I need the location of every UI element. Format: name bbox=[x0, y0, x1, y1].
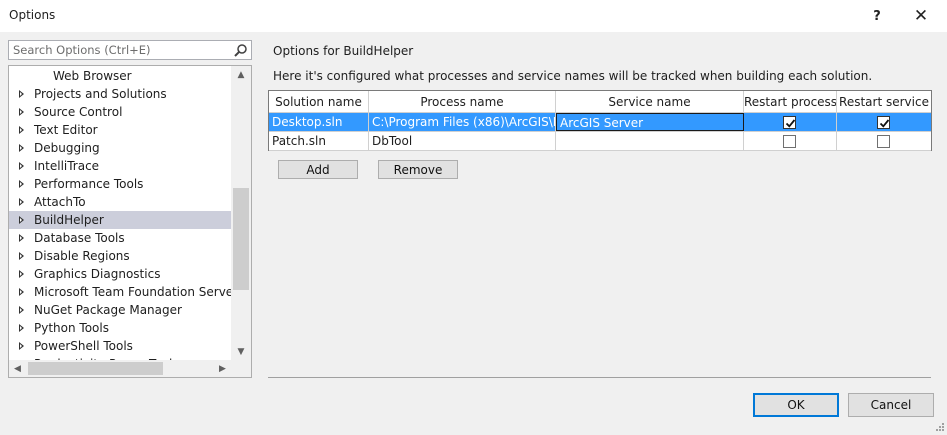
close-button[interactable]: ✕ bbox=[898, 0, 944, 32]
tree-item[interactable]: Source Control bbox=[9, 103, 231, 121]
solutions-grid: Solution name Process name Service name … bbox=[268, 90, 932, 151]
tree-item[interactable]: Projects and Solutions bbox=[9, 85, 231, 103]
column-header-process-name[interactable]: Process name bbox=[369, 91, 556, 112]
tree-item-label: Graphics Diagnostics bbox=[34, 267, 161, 281]
column-header-solution-name[interactable]: Solution name bbox=[269, 91, 369, 112]
add-button[interactable]: Add bbox=[278, 160, 358, 179]
solution-name-cell[interactable]: Patch.sln bbox=[269, 132, 369, 150]
tree-item-label: Disable Regions bbox=[34, 249, 130, 263]
tree-horizontal-scrollbar[interactable]: ◀ ▶ bbox=[9, 360, 231, 377]
tree-item-label: AttachTo bbox=[34, 195, 86, 209]
scroll-right-icon[interactable]: ▶ bbox=[214, 360, 231, 377]
scroll-up-icon[interactable]: ▲ bbox=[231, 66, 251, 83]
expand-arrow-icon[interactable] bbox=[19, 198, 24, 206]
options-tree: Web Browser Projects and Solutions Source … bbox=[8, 65, 252, 378]
expand-arrow-icon[interactable] bbox=[19, 108, 24, 116]
tree-item-label: NuGet Package Manager bbox=[34, 303, 182, 317]
tree-item[interactable]: AttachTo bbox=[9, 193, 231, 211]
search-icon[interactable] bbox=[233, 43, 248, 58]
column-header-restart-service[interactable]: Restart service bbox=[837, 91, 931, 112]
tree-item[interactable]: Performance Tools bbox=[9, 175, 231, 193]
tree-vertical-scrollbar[interactable]: ▲ ▼ bbox=[231, 66, 251, 360]
service-name-cell[interactable]: ArcGIS Server bbox=[556, 113, 744, 131]
tree-item[interactable]: Python Tools bbox=[9, 319, 231, 337]
tree-item[interactable]: Web Browser bbox=[9, 67, 231, 85]
expand-arrow-icon[interactable] bbox=[19, 180, 24, 188]
tree-item[interactable]: IntelliTrace bbox=[9, 157, 231, 175]
horizontal-scroll-thumb[interactable] bbox=[28, 362, 163, 375]
tree-item-label: Microsoft Team Foundation Server 20 bbox=[34, 285, 231, 299]
expand-arrow-icon[interactable] bbox=[19, 306, 24, 314]
expand-arrow-icon[interactable] bbox=[19, 252, 24, 260]
tree-item[interactable]: PowerShell Tools bbox=[9, 337, 231, 355]
tree-items: Web Browser Projects and Solutions Source … bbox=[9, 66, 231, 360]
resize-grip-icon[interactable] bbox=[933, 420, 945, 432]
tree-item-label: Web Browser bbox=[53, 69, 132, 83]
restart-process-checkbox[interactable] bbox=[783, 116, 796, 129]
remove-button[interactable]: Remove bbox=[378, 160, 458, 179]
scroll-left-icon[interactable]: ◀ bbox=[9, 360, 26, 377]
table-row[interactable]: Patch.sln DbTool bbox=[269, 132, 931, 151]
vertical-scroll-thumb[interactable] bbox=[233, 188, 249, 290]
expand-arrow-icon[interactable] bbox=[19, 324, 24, 332]
restart-process-cell bbox=[744, 132, 837, 150]
tree-item-label: Database Tools bbox=[34, 231, 125, 245]
ok-button[interactable]: OK bbox=[753, 393, 839, 417]
tree-item-label: Source Control bbox=[34, 105, 123, 119]
tree-item-label: Performance Tools bbox=[34, 177, 144, 191]
solution-name-cell[interactable]: Desktop.sln bbox=[269, 113, 369, 131]
tree-item-label: Projects and Solutions bbox=[34, 87, 167, 101]
divider bbox=[268, 377, 931, 378]
expand-arrow-icon[interactable] bbox=[19, 126, 24, 134]
scroll-down-icon[interactable]: ▼ bbox=[231, 343, 251, 360]
restart-service-checkbox[interactable] bbox=[877, 135, 890, 148]
window-title: Options bbox=[9, 8, 56, 22]
tree-item[interactable]: Debugging bbox=[9, 139, 231, 157]
expand-arrow-icon[interactable] bbox=[19, 90, 24, 98]
tree-item[interactable]: BuildHelper bbox=[9, 211, 231, 229]
restart-service-checkbox[interactable] bbox=[877, 116, 890, 129]
tree-item-label: Python Tools bbox=[34, 321, 109, 335]
expand-arrow-icon[interactable] bbox=[19, 288, 24, 296]
tree-item-label: BuildHelper bbox=[34, 213, 104, 227]
service-name-cell[interactable] bbox=[556, 132, 744, 150]
grid-header: Solution name Process name Service name … bbox=[269, 91, 931, 113]
search-input[interactable] bbox=[9, 41, 231, 59]
search-box bbox=[8, 40, 252, 60]
expand-arrow-icon[interactable] bbox=[19, 144, 24, 152]
page-title: Options for BuildHelper bbox=[273, 44, 414, 58]
tree-item-label: Debugging bbox=[34, 141, 100, 155]
expand-arrow-icon[interactable] bbox=[19, 216, 24, 224]
expand-arrow-icon[interactable] bbox=[19, 342, 24, 350]
tree-item[interactable]: Microsoft Team Foundation Server 20 bbox=[9, 283, 231, 301]
tree-item[interactable]: Database Tools bbox=[9, 229, 231, 247]
column-header-restart-process[interactable]: Restart process bbox=[744, 91, 837, 112]
tree-item[interactable]: Text Editor bbox=[9, 121, 231, 139]
cancel-button[interactable]: Cancel bbox=[848, 393, 934, 417]
restart-service-cell bbox=[837, 132, 931, 150]
tree-item-label: PowerShell Tools bbox=[34, 339, 133, 353]
tree-item[interactable]: NuGet Package Manager bbox=[9, 301, 231, 319]
restart-process-cell bbox=[744, 113, 837, 131]
process-name-cell[interactable]: C:\Program Files (x86)\ArcGIS\Des bbox=[369, 113, 556, 131]
restart-process-checkbox[interactable] bbox=[783, 135, 796, 148]
column-header-service-name[interactable]: Service name bbox=[556, 91, 744, 112]
page-description: Here it's configured what processes and … bbox=[273, 69, 873, 83]
restart-service-cell bbox=[837, 113, 931, 131]
tree-item[interactable]: Disable Regions bbox=[9, 247, 231, 265]
process-name-cell[interactable]: DbTool bbox=[369, 132, 556, 150]
table-row[interactable]: Desktop.sln C:\Program Files (x86)\ArcGI… bbox=[269, 113, 931, 132]
title-bar: Options ? ✕ bbox=[0, 0, 947, 32]
expand-arrow-icon[interactable] bbox=[19, 162, 24, 170]
expand-arrow-icon[interactable] bbox=[19, 270, 24, 278]
help-button[interactable]: ? bbox=[854, 0, 900, 32]
expand-arrow-icon[interactable] bbox=[19, 234, 24, 242]
tree-item[interactable]: Graphics Diagnostics bbox=[9, 265, 231, 283]
tree-item-label: IntelliTrace bbox=[34, 159, 100, 173]
scrollbar-corner bbox=[231, 360, 251, 377]
tree-item-label: Text Editor bbox=[34, 123, 98, 137]
